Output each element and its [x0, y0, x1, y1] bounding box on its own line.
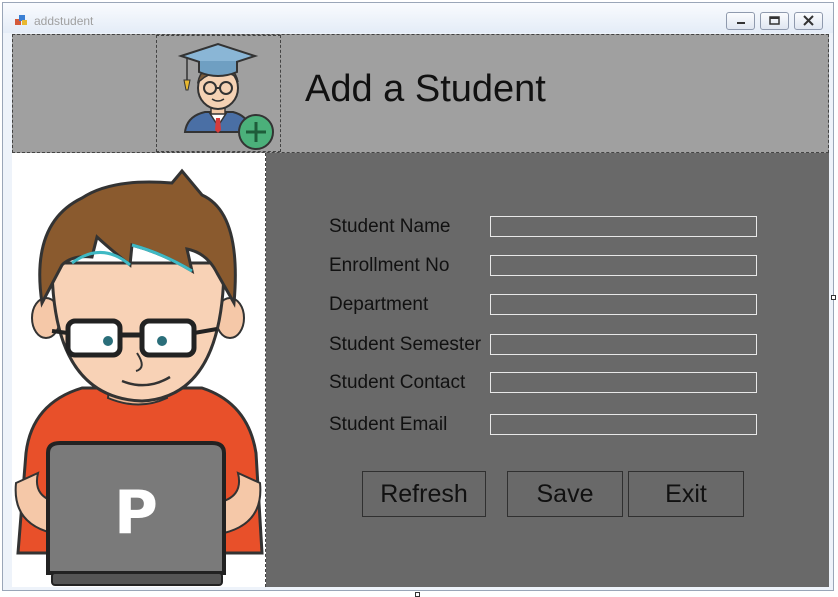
student-email-input[interactable]	[490, 414, 757, 435]
graduate-add-icon	[177, 42, 274, 150]
laptop-letter: P	[114, 478, 158, 548]
student-laptop-illustration: P	[14, 168, 264, 586]
restore-icon	[769, 16, 780, 25]
resize-handle-bottom[interactable]	[415, 592, 420, 597]
app-icon	[15, 15, 27, 25]
department-label: Department	[329, 294, 429, 315]
resize-handle-right[interactable]	[831, 295, 836, 300]
close-icon	[803, 15, 814, 26]
student-illustration-box: P	[12, 153, 266, 587]
student-semester-input[interactable]	[490, 334, 757, 355]
exit-button[interactable]: Exit	[628, 471, 744, 517]
refresh-button[interactable]: Refresh	[362, 471, 486, 517]
app-window: addstudent Add a Student P Student Name …	[2, 2, 834, 591]
student-contact-label: Student Contact	[329, 372, 466, 393]
maximize-button[interactable]	[760, 12, 789, 30]
minimize-icon	[737, 22, 745, 24]
header-panel: Add a Student	[12, 34, 829, 153]
enrollment-no-label: Enrollment No	[329, 255, 450, 276]
page-title: Add a Student	[305, 68, 546, 110]
form-panel: Student Name Enrollment No Department St…	[266, 153, 829, 587]
window-title: addstudent	[34, 14, 94, 28]
student-name-label: Student Name	[329, 216, 451, 237]
save-button[interactable]: Save	[507, 471, 623, 517]
minimize-button[interactable]	[726, 12, 755, 30]
student-semester-label: Student Semester	[329, 334, 482, 355]
form-client-area: Add a Student P Student Name Enrollment …	[12, 34, 829, 587]
student-email-label: Student Email	[329, 414, 448, 435]
student-name-input[interactable]	[490, 216, 757, 237]
close-button[interactable]	[794, 12, 823, 30]
title-bar[interactable]: addstudent	[3, 3, 833, 33]
student-contact-input[interactable]	[490, 372, 757, 393]
logo-picture-box	[156, 35, 281, 152]
department-input[interactable]	[490, 294, 757, 315]
enrollment-no-input[interactable]	[490, 255, 757, 276]
